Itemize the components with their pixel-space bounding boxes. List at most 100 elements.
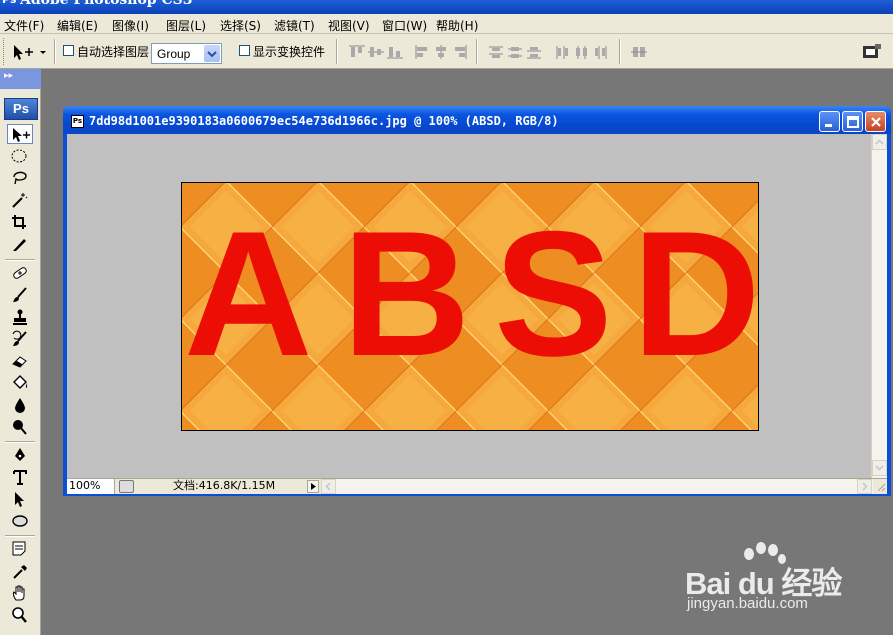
menu-image[interactable]: 图像(I) bbox=[112, 17, 149, 34]
distribute-horizontal-center-icon[interactable] bbox=[572, 43, 592, 61]
move-tool-icon bbox=[13, 128, 30, 142]
path-selection-tool-icon bbox=[15, 492, 24, 507]
clone-stamp-tool[interactable] bbox=[7, 307, 33, 327]
document-ps-icon[interactable]: Ps bbox=[71, 115, 84, 128]
menu-file[interactable]: 文件(F) bbox=[4, 17, 44, 34]
align-right-icon[interactable] bbox=[450, 43, 470, 61]
paint-bucket-tool-icon bbox=[13, 375, 28, 389]
horizontal-scrollbar[interactable] bbox=[321, 479, 873, 494]
hand-tool[interactable] bbox=[7, 583, 33, 603]
zoom-level-field[interactable]: 100% bbox=[67, 479, 115, 494]
scroll-up-button[interactable] bbox=[872, 134, 887, 150]
tool-preset-picker[interactable] bbox=[10, 41, 50, 63]
pen-tool[interactable] bbox=[7, 445, 33, 465]
menu-filter[interactable]: 滤镜(T) bbox=[274, 17, 315, 34]
separator bbox=[336, 39, 338, 64]
navigator-icon[interactable] bbox=[119, 480, 134, 493]
eraser-tool[interactable] bbox=[7, 351, 33, 371]
baidu-watermark: Bai du 经验 jingyan.baidu.com bbox=[680, 540, 880, 620]
canvas-area[interactable]: A B S D bbox=[67, 134, 871, 478]
app-logo: Ps bbox=[2, 0, 16, 6]
separator bbox=[476, 39, 478, 64]
path-selection-tool[interactable] bbox=[7, 489, 33, 509]
marquee-tool[interactable] bbox=[7, 146, 33, 166]
app-title: Adobe Photoshop CS3 bbox=[20, 0, 193, 8]
show-transform-label: 显示变换控件 bbox=[253, 45, 326, 59]
eyedropper-tool[interactable] bbox=[7, 561, 33, 581]
crop-tool-icon bbox=[12, 215, 26, 229]
maximize-button[interactable] bbox=[842, 111, 863, 132]
options-bar: 自动选择图层 Group 显示变换控件 bbox=[0, 34, 893, 69]
menu-bar: 文件(F) 编辑(E) 图像(I) 图层(L) 选择(S) 滤镜(T) 视图(V… bbox=[0, 14, 893, 34]
auto-select-dropdown[interactable]: Group bbox=[151, 43, 222, 64]
menu-view[interactable]: 视图(V) bbox=[328, 17, 370, 34]
align-bottom-icon[interactable] bbox=[385, 43, 405, 61]
align-left-icon[interactable] bbox=[412, 43, 432, 61]
notes-tool-icon bbox=[12, 541, 26, 556]
app-title-bar: Ps Adobe Photoshop CS3 bbox=[0, 0, 893, 14]
image-text: A B S D bbox=[182, 183, 759, 430]
menu-window[interactable]: 窗口(W) bbox=[382, 17, 427, 34]
distribute-right-icon[interactable] bbox=[591, 43, 611, 61]
document-window: Ps 7dd98d1001e9390183a0600679ec54e736d19… bbox=[63, 106, 891, 496]
resize-grip[interactable] bbox=[873, 479, 887, 494]
palette-well-button[interactable] bbox=[860, 41, 884, 63]
minimize-icon bbox=[825, 124, 832, 127]
align-top-icon[interactable] bbox=[347, 43, 367, 61]
scroll-right-button[interactable] bbox=[857, 479, 872, 494]
chevron-right-icon bbox=[862, 482, 868, 491]
brush-tool[interactable] bbox=[7, 285, 33, 305]
menu-layer[interactable]: 图层(L) bbox=[166, 17, 206, 34]
minimize-button[interactable] bbox=[819, 111, 840, 132]
scroll-down-button[interactable] bbox=[872, 460, 887, 476]
brush-tool-icon bbox=[13, 287, 27, 302]
lasso-tool[interactable] bbox=[7, 168, 33, 188]
healing-brush-tool[interactable] bbox=[7, 263, 33, 283]
menu-help[interactable]: 帮助(H) bbox=[436, 17, 478, 34]
document-size-info: 文档:416.8K/1.15M bbox=[173, 479, 276, 492]
vertical-scrollbar[interactable] bbox=[871, 134, 887, 478]
magic-wand-tool[interactable] bbox=[7, 190, 33, 210]
align-horizontal-center-icon[interactable] bbox=[431, 43, 451, 61]
photoshop-logo[interactable]: Ps bbox=[4, 98, 38, 120]
align-vertical-center-icon[interactable] bbox=[366, 43, 386, 61]
tools-separator bbox=[5, 441, 35, 443]
paint-bucket-tool[interactable] bbox=[7, 373, 33, 393]
slice-tool[interactable] bbox=[7, 234, 33, 254]
image-letter: D bbox=[632, 194, 759, 393]
auto-align-layers-icon[interactable] bbox=[629, 43, 649, 61]
palette-well-icon bbox=[863, 44, 881, 58]
distribute-vertical-center-icon[interactable] bbox=[505, 43, 525, 61]
chevron-down-icon[interactable] bbox=[204, 45, 220, 62]
auto-select-checkbox[interactable] bbox=[63, 45, 74, 56]
document-image[interactable]: A B S D bbox=[181, 182, 759, 431]
document-title-bar[interactable]: Ps 7dd98d1001e9390183a0600679ec54e736d19… bbox=[63, 106, 891, 134]
close-button[interactable] bbox=[865, 111, 886, 132]
distribute-top-icon[interactable] bbox=[486, 43, 506, 61]
document-title: 7dd98d1001e9390183a0600679ec54e736d1966c… bbox=[89, 114, 559, 128]
zoom-tool[interactable] bbox=[7, 605, 33, 625]
scroll-left-button[interactable] bbox=[321, 479, 336, 494]
status-menu-button[interactable] bbox=[307, 480, 319, 493]
ellipse-tool-icon bbox=[12, 515, 28, 527]
menu-edit[interactable]: 编辑(E) bbox=[57, 17, 98, 34]
show-transform-checkbox[interactable] bbox=[239, 45, 250, 56]
type-tool-icon bbox=[13, 470, 27, 485]
distribute-left-icon[interactable] bbox=[553, 43, 573, 61]
marquee-tool-icon bbox=[11, 149, 27, 163]
separator bbox=[54, 39, 56, 64]
crop-tool[interactable] bbox=[7, 212, 33, 232]
tools-panel-header[interactable]: ▸▸ bbox=[0, 69, 41, 89]
ellipse-tool[interactable] bbox=[7, 511, 33, 531]
menu-select[interactable]: 选择(S) bbox=[220, 17, 261, 34]
distribute-bottom-icon[interactable] bbox=[524, 43, 544, 61]
hand-tool-icon bbox=[12, 585, 25, 601]
dodge-tool[interactable] bbox=[7, 417, 33, 437]
move-tool[interactable] bbox=[7, 124, 33, 144]
blur-tool[interactable] bbox=[7, 395, 33, 415]
notes-tool[interactable] bbox=[7, 539, 33, 559]
dodge-tool-icon bbox=[13, 420, 27, 435]
type-tool[interactable] bbox=[7, 467, 33, 487]
options-grip[interactable] bbox=[3, 38, 6, 65]
history-brush-tool[interactable] bbox=[7, 329, 33, 349]
